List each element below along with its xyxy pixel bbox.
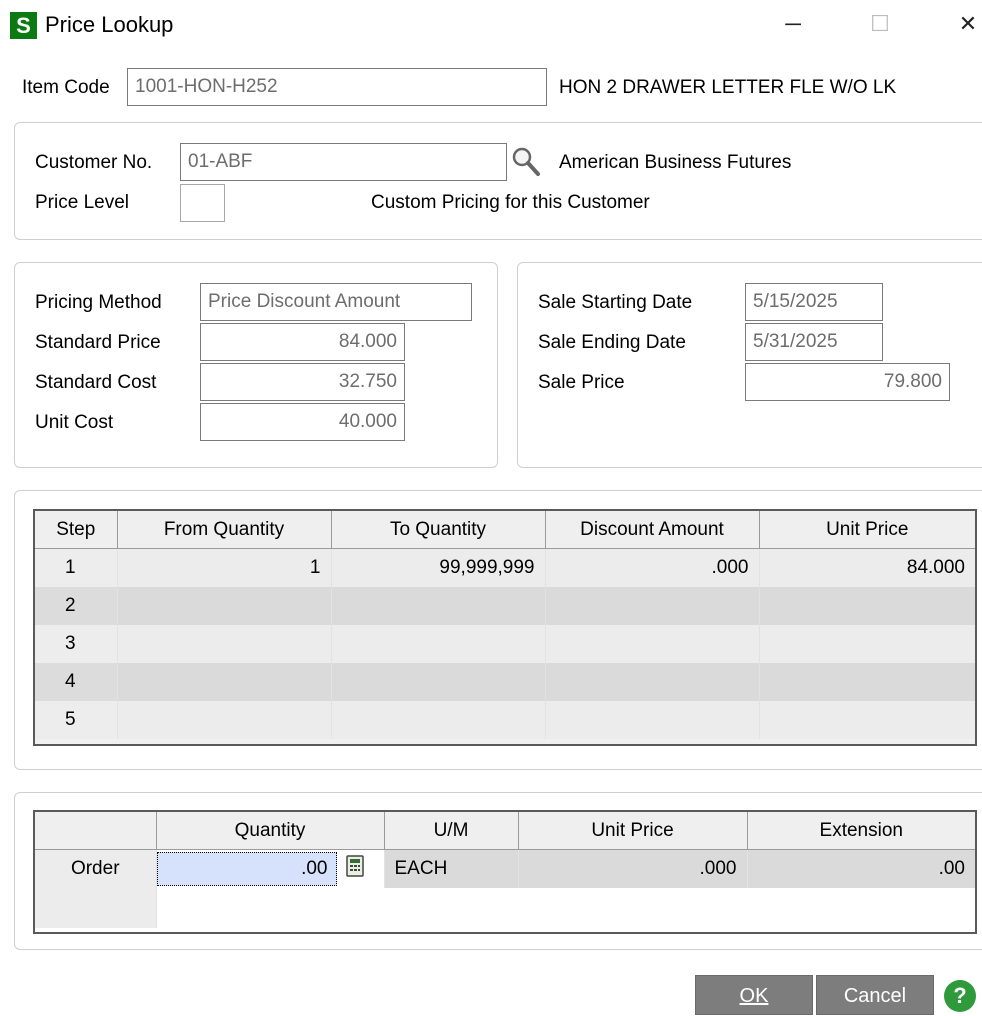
ok-button-label: OK — [739, 985, 769, 1007]
unit-price-cell — [759, 625, 975, 663]
custom-pricing-text: Custom Pricing for this Customer — [371, 192, 650, 213]
standard-cost-label: Standard Cost — [35, 372, 157, 393]
col-to-quantity[interactable]: To Quantity — [331, 511, 546, 549]
col-step[interactable]: Step — [35, 511, 118, 549]
window-title: Price Lookup — [45, 12, 174, 37]
table-row[interactable]: 3 — [35, 625, 975, 663]
quantity-cell[interactable]: .00 — [156, 849, 385, 888]
help-icon[interactable]: ? — [944, 980, 976, 1012]
discount-amount-cell: .000 — [545, 548, 760, 587]
table-row[interactable]: 2 — [35, 587, 975, 625]
customer-group — [14, 122, 982, 240]
discount-amount-cell — [545, 701, 760, 739]
customer-name: American Business Futures — [559, 152, 792, 173]
to-quantity-cell — [331, 625, 546, 663]
unit-price-cell: 84.000 — [759, 548, 975, 587]
col-um[interactable]: U/M — [384, 812, 519, 850]
from-quantity-cell: 1 — [117, 548, 332, 587]
grid-header-row: Step From Quantity To Quantity Discount … — [35, 511, 975, 549]
discount-amount-cell — [545, 587, 760, 625]
um-cell: EACH — [384, 849, 519, 888]
empty-cell — [35, 888, 157, 928]
to-quantity-cell — [331, 587, 546, 625]
minimize-button[interactable]: ─ — [773, 8, 813, 40]
discount-amount-cell — [545, 625, 760, 663]
from-quantity-cell — [117, 587, 332, 625]
standard-price-field[interactable]: 84.000 — [200, 323, 405, 361]
sale-start-label: Sale Starting Date — [538, 292, 693, 313]
from-quantity-cell — [117, 701, 332, 739]
sale-end-field[interactable]: 5/31/2025 — [745, 323, 883, 361]
step-cell: 5 — [35, 701, 118, 739]
col-from-quantity[interactable]: From Quantity — [117, 511, 332, 549]
unit-cost-label: Unit Cost — [35, 412, 114, 433]
sale-start-field[interactable]: 5/15/2025 — [745, 283, 883, 321]
discount-amount-cell — [545, 663, 760, 701]
step-cell: 4 — [35, 663, 118, 701]
calculator-icon — [345, 855, 364, 877]
extension-cell: .00 — [747, 849, 975, 888]
col-order-unit-price[interactable]: Unit Price — [518, 812, 748, 850]
ok-button[interactable]: OK — [695, 975, 813, 1015]
cancel-button-label: Cancel — [843, 985, 907, 1007]
customer-search-button[interactable] — [509, 143, 543, 179]
to-quantity-cell — [331, 663, 546, 701]
magnifier-icon — [512, 147, 540, 176]
from-quantity-cell — [117, 663, 332, 701]
maximize-button[interactable]: ☐ — [860, 8, 900, 40]
pricing-method-label: Pricing Method — [35, 292, 162, 313]
order-unit-price-cell: .000 — [518, 849, 748, 888]
item-description: HON 2 DRAWER LETTER FLE W/O LK — [559, 77, 897, 98]
step-cell: 3 — [35, 625, 118, 663]
from-quantity-cell — [117, 625, 332, 663]
col-unit-price[interactable]: Unit Price — [759, 511, 975, 549]
col-discount-amount[interactable]: Discount Amount — [545, 511, 760, 549]
order-header-row: Quantity U/M Unit Price Extension — [35, 812, 975, 850]
cancel-button[interactable]: Cancel — [816, 975, 934, 1015]
table-row[interactable]: 1 1 99,999,999 .000 84.000 — [35, 548, 975, 587]
unit-price-cell — [759, 663, 975, 701]
order-row-label: Order — [35, 849, 157, 888]
price-level-label: Price Level — [35, 192, 129, 213]
unit-price-cell — [759, 701, 975, 739]
calculator-button[interactable] — [337, 855, 373, 883]
unit-price-cell — [759, 587, 975, 625]
order-empty-row — [35, 888, 975, 928]
quantity-input[interactable]: .00 — [156, 852, 337, 886]
sale-end-label: Sale Ending Date — [538, 332, 686, 353]
order-row[interactable]: Order .00 EACH .000 .00 — [35, 849, 975, 888]
col-blank — [35, 812, 157, 850]
price-steps-grid[interactable]: Step From Quantity To Quantity Discount … — [33, 509, 977, 746]
item-code-field[interactable]: 1001-HON-H252 — [127, 68, 547, 106]
col-extension[interactable]: Extension — [747, 812, 975, 850]
standard-price-label: Standard Price — [35, 332, 161, 353]
price-level-field[interactable] — [180, 184, 225, 222]
order-grid[interactable]: Quantity U/M Unit Price Extension Order … — [33, 810, 977, 934]
unit-cost-field[interactable]: 40.000 — [200, 403, 405, 441]
table-row[interactable]: 5 — [35, 701, 975, 739]
sale-price-field[interactable]: 79.800 — [745, 363, 950, 401]
to-quantity-cell — [331, 701, 546, 739]
pricing-method-field[interactable]: Price Discount Amount — [200, 283, 472, 321]
sale-price-label: Sale Price — [538, 372, 625, 393]
step-cell: 1 — [35, 548, 118, 587]
customer-no-label: Customer No. — [35, 152, 153, 173]
app-icon: S — [10, 12, 37, 39]
item-code-label: Item Code — [22, 77, 110, 98]
col-quantity[interactable]: Quantity — [156, 812, 385, 850]
customer-no-field[interactable]: 01-ABF — [180, 143, 507, 181]
step-cell: 2 — [35, 587, 118, 625]
standard-cost-field[interactable]: 32.750 — [200, 363, 405, 401]
close-button[interactable]: ✕ — [948, 8, 982, 40]
table-row[interactable]: 4 — [35, 663, 975, 701]
empty-cell — [156, 888, 975, 928]
to-quantity-cell: 99,999,999 — [331, 548, 546, 587]
